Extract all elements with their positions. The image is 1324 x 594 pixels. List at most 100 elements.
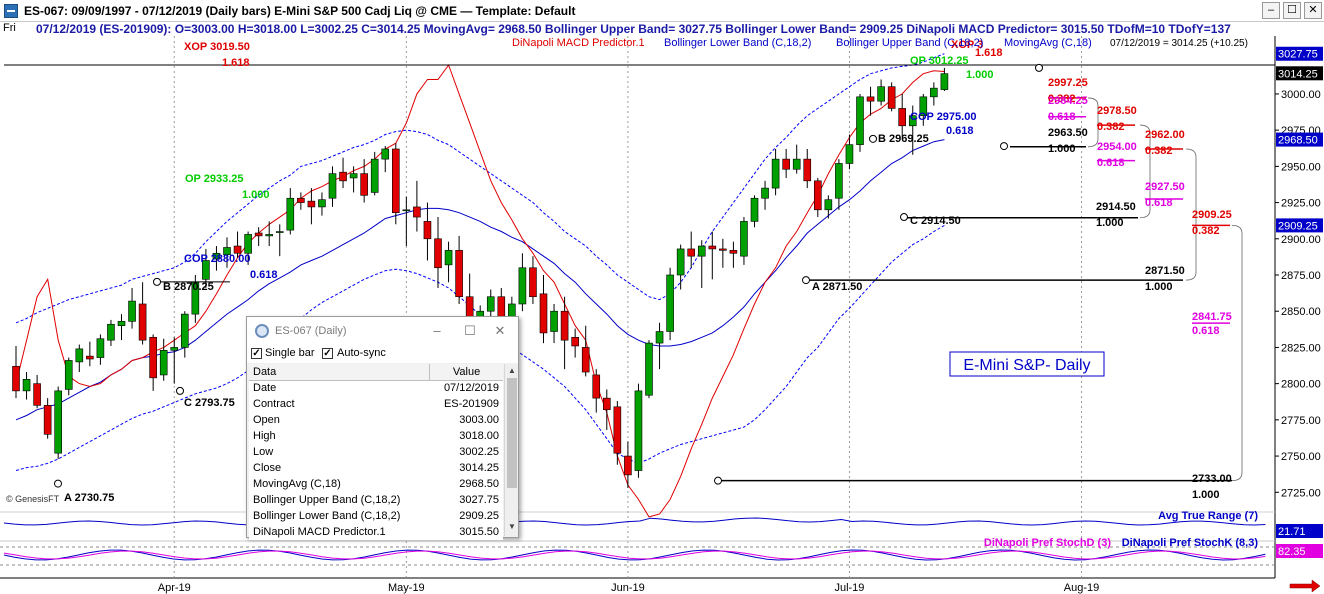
- atr-value-text: 21.71: [1278, 526, 1306, 538]
- fib-ratio-label: 1.000: [1048, 143, 1076, 155]
- stoch-value-text: 82.35: [1278, 546, 1306, 558]
- data-window-row[interactable]: Bollinger Upper Band (C,18,2) 3027.75: [249, 492, 503, 508]
- scroll-down-icon[interactable]: ▼: [508, 522, 516, 531]
- close-button[interactable]: ✕: [1304, 2, 1322, 19]
- data-window-options: ✓ Single bar ✓ Auto-sync: [247, 345, 518, 363]
- candle-down: [307, 200, 316, 208]
- candle-down: [12, 365, 20, 392]
- data-window-close-button[interactable]: ✕: [490, 322, 510, 340]
- data-window-minimize-button[interactable]: –: [427, 322, 447, 340]
- fib-ratio-label: 0.618: [1192, 325, 1220, 337]
- price-tag-text: 2968.50: [1278, 135, 1318, 147]
- data-window-key: High: [253, 430, 276, 442]
- fib-ratio-label: 1.000: [1096, 217, 1124, 229]
- atr-label: Avg True Range (7): [1158, 510, 1258, 522]
- data-window-row[interactable]: Bollinger Lower Band (C,18,2) 2909.25: [249, 508, 503, 524]
- candle-up: [170, 347, 179, 351]
- pivot-marker: [714, 476, 722, 485]
- scroll-thumb[interactable]: [507, 378, 517, 488]
- auto-sync-checkbox[interactable]: ✓: [322, 348, 333, 359]
- data-window-value: 3018.00: [459, 430, 499, 442]
- data-window-row[interactable]: Low 3002.25: [249, 444, 503, 460]
- candle-up: [761, 187, 769, 199]
- data-window-row[interactable]: Close 3014.25: [249, 460, 503, 476]
- data-window-maximize-button[interactable]: ☐: [460, 322, 480, 340]
- month-tick-label: Jul-19: [834, 582, 864, 594]
- fib-level-label: 2997.25: [1048, 77, 1088, 89]
- candle-up: [518, 267, 527, 305]
- data-window-row[interactable]: DiNapoli MACD Predictor.1 3015.50: [249, 524, 503, 540]
- candle-down: [613, 406, 622, 454]
- single-bar-checkbox[interactable]: ✓: [251, 348, 262, 359]
- pivot-marker: [54, 479, 62, 488]
- data-window-table: Data Value Date 07/12/2019 Contract ES-2019…: [249, 364, 503, 540]
- data-window-row[interactable]: Date 07/12/2019: [249, 380, 503, 396]
- fib-level-label: 2963.50: [1048, 127, 1088, 139]
- data-window-value: 3003.00: [459, 414, 499, 426]
- chart-title-label: E-Mini S&P- Daily: [963, 357, 1090, 374]
- fib-ratio-label: 1.000: [242, 189, 270, 201]
- legend-ma: MovingAvg (C,18): [1004, 37, 1092, 49]
- fib-level-label: 2962.00: [1145, 129, 1185, 141]
- bar-readout: Fri 07/12/2019 (ES-201909): O=3003.00 H=…: [0, 22, 1324, 36]
- minimize-button[interactable]: –: [1262, 2, 1280, 19]
- price-tag-text: 3027.75: [1278, 49, 1318, 61]
- fib-level-label: 2914.50: [1096, 201, 1136, 213]
- candle-up: [444, 250, 453, 266]
- fib-level-label: OP 3012.25: [910, 55, 969, 67]
- data-window-key: Low: [253, 446, 274, 458]
- fib-level-label: XOP 3019.50: [184, 41, 250, 53]
- candle-up: [265, 234, 274, 237]
- candle-up: [159, 350, 168, 376]
- data-window-key: MovingAvg (C,18): [253, 478, 341, 490]
- data-window-scrollbar[interactable]: ▲ ▼: [504, 364, 518, 536]
- data-column-header[interactable]: Data: [249, 364, 430, 381]
- data-window-row[interactable]: High 3018.00: [249, 428, 503, 444]
- candle-down: [887, 86, 896, 109]
- data-window-value: 07/12/2019: [443, 382, 499, 395]
- pivot-label: A 2871.50: [812, 281, 862, 293]
- candle-down: [413, 206, 421, 218]
- candle-up: [318, 199, 326, 208]
- fib-ratio-label: 0.618: [946, 125, 974, 137]
- candle-down: [898, 108, 907, 127]
- auto-sync-label: Auto-sync: [337, 347, 386, 359]
- price-chart[interactable]: Apr-19 May-19 Jun-19 Jul-19 Aug-19 2725.00 275…: [0, 36, 1324, 594]
- candle-up: [64, 360, 73, 390]
- candle-down: [455, 250, 463, 298]
- candle-up: [645, 342, 653, 396]
- candle-up: [550, 310, 558, 332]
- candle-down: [803, 158, 812, 182]
- window-title: ES-067: 09/09/1997 - 07/12/2019 (Daily b…: [24, 4, 576, 18]
- data-window-key: Close: [253, 462, 282, 474]
- fib-ratio-label: 1.000: [1192, 489, 1220, 501]
- data-window-row[interactable]: Open 3003.00: [249, 412, 503, 428]
- candle-up: [930, 87, 938, 98]
- pivot-marker: [1035, 63, 1043, 72]
- value-column-header[interactable]: Value: [429, 364, 503, 381]
- fib-ratio-label: 0.618: [1097, 157, 1125, 169]
- fib-ratio-label: 0.382: [1145, 145, 1173, 157]
- candle-down: [560, 310, 569, 341]
- data-window-title: ES-067 (Daily): [275, 325, 347, 337]
- data-window-row[interactable]: MovingAvg (C,18) 2968.50: [249, 476, 503, 492]
- candle-down: [813, 180, 822, 211]
- data-window-row[interactable]: Contract ES-201909: [249, 396, 503, 412]
- candle-up: [676, 248, 685, 276]
- price-tag-text: 2909.25: [1278, 220, 1318, 232]
- data-window-key: Bollinger Lower Band (C,18,2): [253, 510, 401, 522]
- data-window-titlebar[interactable]: ES-067 (Daily) – ☐ ✕: [247, 317, 518, 345]
- copyright-label: © GenesisFT: [6, 494, 60, 504]
- fib-level-label: COP 2880.00: [184, 253, 250, 265]
- fib-level-label: 2978.50: [1097, 105, 1137, 117]
- scroll-up-icon[interactable]: ▲: [508, 366, 516, 375]
- candle-up: [349, 173, 358, 179]
- candle-up: [96, 338, 105, 358]
- price-tick-label: 2850.00: [1281, 306, 1321, 318]
- fib-ratio-label: 1.618: [222, 57, 250, 69]
- table-header-row: Data Value: [249, 364, 503, 381]
- data-window[interactable]: ES-067 (Daily) – ☐ ✕ ✓ Single bar ✓ Auto…: [246, 316, 519, 540]
- maximize-button[interactable]: ☐: [1283, 2, 1301, 19]
- candle-down: [708, 245, 717, 250]
- candle-down: [86, 355, 94, 360]
